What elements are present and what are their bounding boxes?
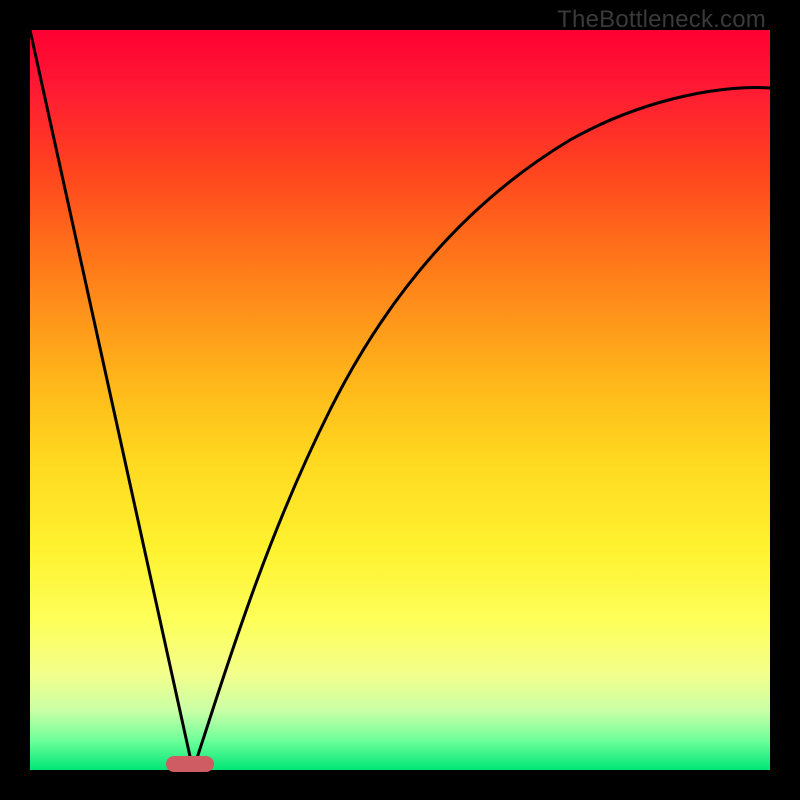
bottleneck-marker <box>166 756 214 772</box>
chart-frame: TheBottleneck.com <box>0 0 800 800</box>
plot-area <box>30 30 770 770</box>
watermark-text: TheBottleneck.com <box>557 6 766 34</box>
